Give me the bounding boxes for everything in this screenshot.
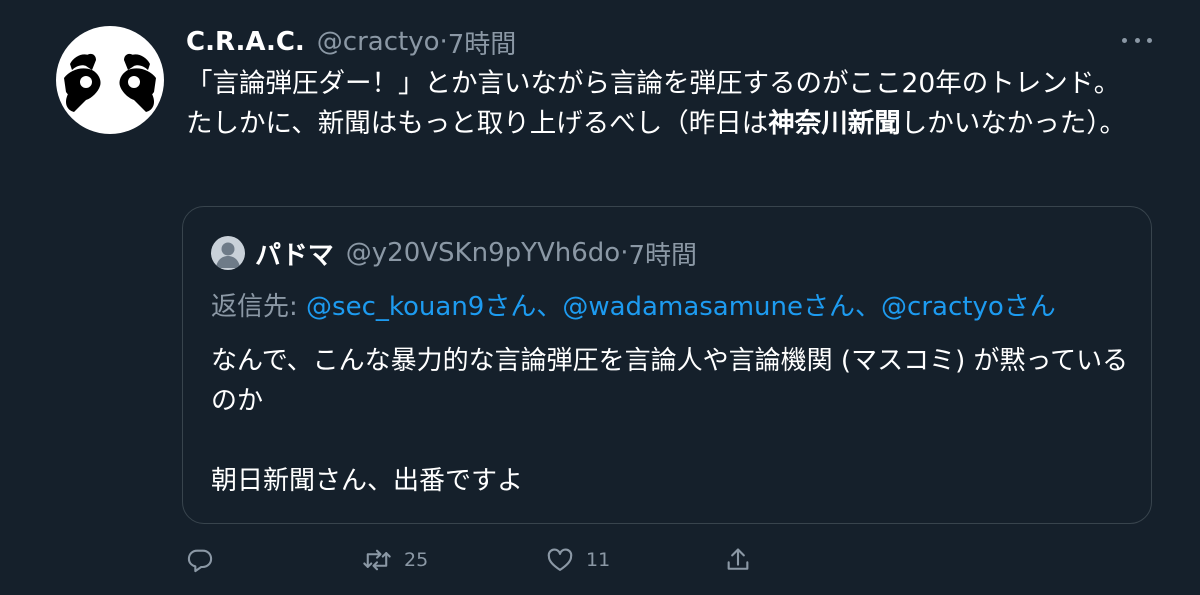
avatar[interactable] <box>56 26 164 134</box>
quoted-tweet[interactable]: パドマ @y20VSKn9pYVh6do · 7時間 返信先: @sec_kou… <box>182 206 1152 524</box>
hands-logo-icon <box>64 53 156 112</box>
tweet-header: C.R.A.C. @cractyo · 7時間 <box>186 24 516 60</box>
quoted-timestamp[interactable]: 7時間 <box>628 235 697 272</box>
tweet-text-part2: しかいなかった）。 <box>900 108 1126 139</box>
display-name[interactable]: C.R.A.C. <box>186 27 305 57</box>
quoted-tweet-header: パドマ @y20VSKn9pYVh6do · 7時間 <box>211 235 697 271</box>
quoted-text-line: なんで、こんな暴力的な言論弾圧を言論人や言論機関 (マスコミ) が黙っているのか <box>211 346 1129 416</box>
reply-icon <box>187 549 213 573</box>
tweet[interactable]: C.R.A.C. @cractyo · 7時間 「言論弾圧ダー！」とか言いながら… <box>0 0 1200 595</box>
mention-suffix: さん <box>1003 292 1056 322</box>
timestamp[interactable]: 7時間 <box>448 24 517 61</box>
tweet-text: 「言論弾圧ダー！」とか言いながら言論を弾圧するのがここ20年のトレンド。たしかに… <box>186 64 1146 144</box>
mention-suffix: さん、 <box>484 292 563 322</box>
retweet-count: 25 <box>404 549 429 571</box>
mention-link[interactable]: @sec_kouan9 <box>306 292 484 322</box>
quoted-separator-dot: · <box>620 238 629 268</box>
share-icon <box>727 548 749 570</box>
mention-link[interactable]: @wadamasamune <box>562 292 803 322</box>
quoted-text-line: 朝日新聞さん、出番ですよ <box>211 466 524 496</box>
quoted-tweet-text: なんで、こんな暴力的な言論弾圧を言論人や言論機関 (マスコミ) が黙っているのか… <box>211 341 1141 501</box>
like-button[interactable]: 11 <box>546 540 610 580</box>
more-horizontal-icon[interactable] <box>1122 30 1152 50</box>
quoted-user-handle[interactable]: @y20VSKn9pYVh6do <box>346 238 620 268</box>
reply-label: 返信先: <box>211 292 307 322</box>
retweet-button[interactable]: 25 <box>362 540 428 580</box>
retweet-icon <box>363 549 391 571</box>
separator-dot: · <box>439 27 448 57</box>
heart-icon <box>547 548 573 571</box>
user-handle[interactable]: @cractyo <box>317 27 440 57</box>
default-avatar-icon[interactable] <box>211 236 245 270</box>
share-button[interactable] <box>724 540 752 580</box>
mention-suffix: さん、 <box>803 292 882 322</box>
reply-button[interactable] <box>186 540 226 580</box>
action-bar: 25 11 <box>186 540 766 580</box>
tweet-text-bold: 神奈川新聞 <box>768 108 901 139</box>
mention-link[interactable]: @cractyo <box>881 292 1004 322</box>
quoted-display-name[interactable]: パドマ <box>255 235 334 272</box>
reply-context: 返信先: @sec_kouan9さん、@wadamasamuneさん、@crac… <box>211 287 1056 327</box>
like-count: 11 <box>586 549 611 571</box>
